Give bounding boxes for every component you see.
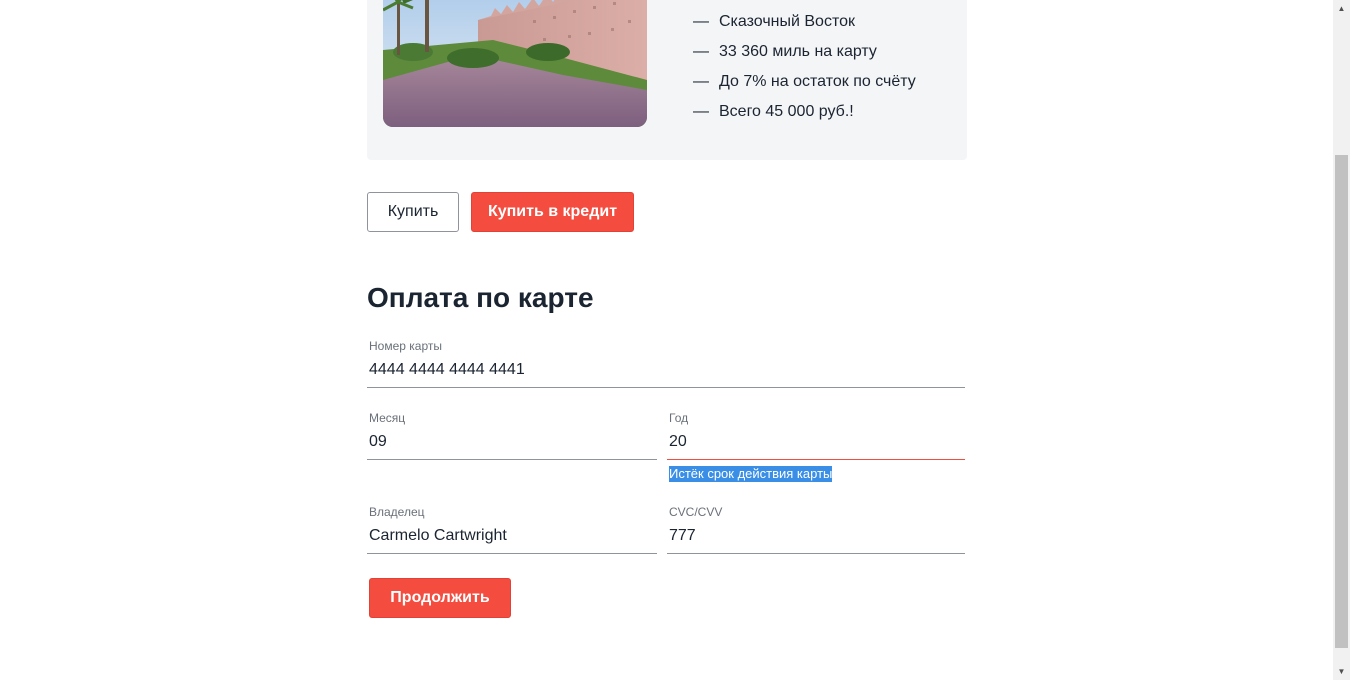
offer-features-list: — Сказочный Восток —33 360 миль на карту …: [693, 12, 916, 132]
year-input[interactable]: 20: [669, 433, 687, 451]
offer-feature-item: — Сказочный Восток: [693, 12, 916, 42]
offer-feature-item: — Всего 45 000 руб.!: [693, 102, 916, 132]
year-error-message: Истёк срок действия карты: [669, 466, 833, 482]
scrollbar-thumb[interactable]: [1335, 155, 1348, 648]
dash-icon: —: [693, 103, 709, 120]
month-field[interactable]: Месяц 09: [367, 411, 657, 460]
page-title: Оплата по карте: [367, 282, 594, 313]
buy-credit-button[interactable]: Купить в кредит: [471, 192, 634, 232]
dash-icon: —: [693, 13, 709, 30]
offer-feature-text: Всего 45 000 руб.!: [719, 103, 854, 120]
card-number-input[interactable]: 4444 4444 4444 4441: [369, 361, 525, 379]
offer-feature-item: — 33 360 миль на карту: [693, 42, 916, 72]
cvc-field[interactable]: CVC/CVV 777: [667, 505, 965, 554]
offer-feature-text: До 7% на остаток по счёту: [719, 73, 916, 90]
card-number-field[interactable]: Номер карты 4444 4444 4444 4441: [367, 339, 965, 388]
owner-label: Владелец: [369, 505, 425, 519]
year-label: Год: [669, 411, 689, 425]
dash-icon: —: [693, 73, 709, 90]
offer-feature-item: — До 7% на остаток по счёту: [693, 72, 916, 102]
year-field[interactable]: Год 20: [667, 411, 965, 460]
month-label: Месяц: [369, 411, 406, 425]
cvc-input[interactable]: 777: [669, 527, 696, 545]
card-number-label: Номер карты: [369, 339, 442, 353]
offer-feature-text: 33 360 миль на карту: [719, 43, 877, 60]
cvc-label: CVC/CVV: [669, 505, 723, 519]
offer-feature-text: Сказочный Восток: [719, 13, 855, 30]
vertical-scrollbar[interactable]: ▲ ▼: [1333, 0, 1350, 680]
payment-page: — Сказочный Восток —33 360 миль на карту …: [0, 0, 1350, 680]
owner-input[interactable]: Carmelo Cartwright: [369, 527, 507, 545]
scroll-up-icon[interactable]: ▲: [1333, 0, 1350, 17]
scroll-down-icon[interactable]: ▼: [1333, 663, 1350, 680]
month-input[interactable]: 09: [369, 433, 387, 451]
owner-field[interactable]: Владелец Carmelo Cartwright: [367, 505, 657, 554]
offer-image: [383, 0, 647, 127]
dash-icon: —: [693, 43, 709, 60]
buy-button[interactable]: Купить: [367, 192, 459, 232]
continue-button[interactable]: Продолжить: [369, 578, 511, 618]
offer-card: — Сказочный Восток —33 360 миль на карту …: [367, 0, 967, 160]
